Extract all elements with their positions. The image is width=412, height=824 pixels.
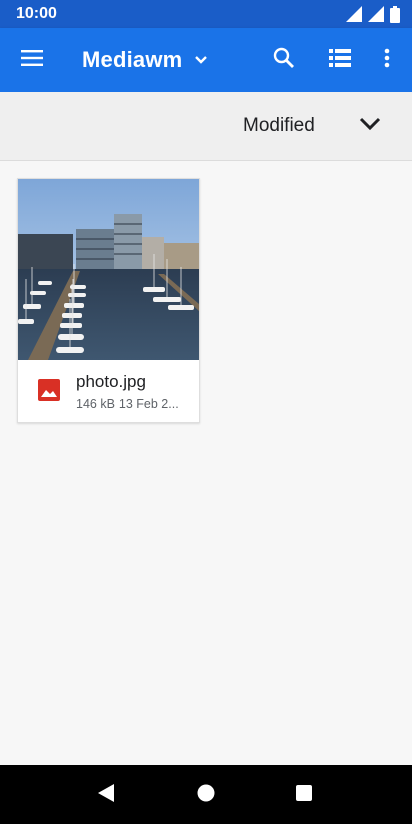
system-nav-bar [0, 765, 412, 824]
file-grid: photo.jpg 146 kB 13 Feb 2... [0, 161, 412, 765]
root-dropdown[interactable]: Mediawm [82, 44, 208, 76]
hamburger-menu-icon [20, 49, 44, 72]
status-time: 10:00 [16, 5, 57, 22]
wifi-signal-icon [346, 6, 362, 22]
more-vert-icon [384, 48, 390, 73]
app-title: Mediawm [82, 47, 183, 72]
status-bar: 10:00 [0, 0, 412, 28]
list-view-icon [329, 48, 351, 72]
sort-direction-button[interactable] [352, 108, 388, 144]
image-icon [38, 379, 60, 401]
recents-icon [295, 784, 313, 807]
file-meta: 146 kB 13 Feb 2... [76, 397, 194, 411]
file-thumbnail [18, 179, 199, 360]
menu-button[interactable] [12, 40, 52, 80]
more-options-button[interactable] [367, 40, 407, 80]
view-toggle-button[interactable] [320, 40, 360, 80]
back-icon [97, 783, 115, 808]
chevron-down-icon [194, 55, 208, 65]
sort-bar: Modified [0, 92, 412, 161]
sort-label[interactable]: Modified [243, 115, 315, 137]
home-button[interactable] [192, 781, 220, 809]
status-icons [346, 5, 400, 23]
cell-signal-icon [368, 6, 384, 22]
file-size: 146 kB [76, 397, 115, 411]
file-date: 13 Feb 2... [118, 397, 179, 411]
app-bar: Mediawm [0, 28, 412, 92]
file-card[interactable]: photo.jpg 146 kB 13 Feb 2... [17, 178, 200, 423]
recents-button[interactable] [290, 781, 318, 809]
file-name: photo.jpg [76, 372, 146, 391]
battery-icon [390, 5, 400, 23]
home-icon [197, 784, 215, 807]
search-button[interactable] [264, 40, 304, 80]
chevron-down-icon [359, 117, 381, 136]
back-button[interactable] [92, 781, 120, 809]
search-icon [273, 47, 295, 74]
